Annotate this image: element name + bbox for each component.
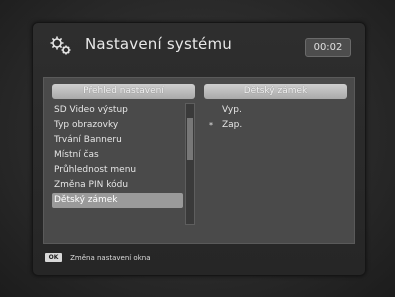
option-on[interactable]: * Zap. <box>204 118 347 133</box>
option-label: Vyp. <box>222 105 242 115</box>
settings-list: SD Video výstup Typ obrazovky Trvání Ban… <box>52 103 183 208</box>
list-item-local-time[interactable]: Místní čas <box>52 148 183 163</box>
list-item-child-lock[interactable]: Dětský zámek <box>52 193 183 208</box>
option-off[interactable]: Vyp. <box>204 103 347 118</box>
settings-overview-column: Přehled nastavení SD Video výstup Typ ob… <box>52 84 195 234</box>
clock-display: 00:02 <box>305 38 351 57</box>
list-item-banner-duration[interactable]: Trvání Banneru <box>52 133 183 148</box>
child-lock-header: Dětský zámek <box>204 84 347 99</box>
option-label: Zap. <box>222 120 243 130</box>
list-item-screen-type[interactable]: Typ obrazovky <box>52 118 183 133</box>
footer-hint: OK Změna nastavení okna <box>45 247 345 263</box>
ok-button-icon: OK <box>45 253 62 262</box>
list-item-sd-video-output[interactable]: SD Video výstup <box>52 103 183 118</box>
list-item-menu-transparency[interactable]: Průhlednost menu <box>52 163 183 178</box>
page-title: Nastavení systému <box>85 35 232 53</box>
gear-icon <box>50 36 71 55</box>
option-selected-marker: * <box>209 121 213 130</box>
panel-header: Nastavení systému 00:02 <box>33 23 365 69</box>
settings-overview-header: Přehled nastavení <box>52 84 195 99</box>
footer-hint-text: Změna nastavení okna <box>70 253 151 262</box>
scrollbar[interactable] <box>185 103 195 225</box>
settings-panel: Nastavení systému 00:02 Přehled nastaven… <box>32 22 366 276</box>
tv-frame: Nastavení systému 00:02 Přehled nastaven… <box>0 0 395 297</box>
list-item-change-pin[interactable]: Změna PIN kódu <box>52 178 183 193</box>
option-list: Vyp. * Zap. <box>204 103 347 133</box>
content-area: Přehled nastavení SD Video výstup Typ ob… <box>43 77 355 244</box>
scrollbar-thumb[interactable] <box>187 118 193 160</box>
child-lock-column: Dětský zámek Vyp. * Zap. <box>204 84 347 234</box>
